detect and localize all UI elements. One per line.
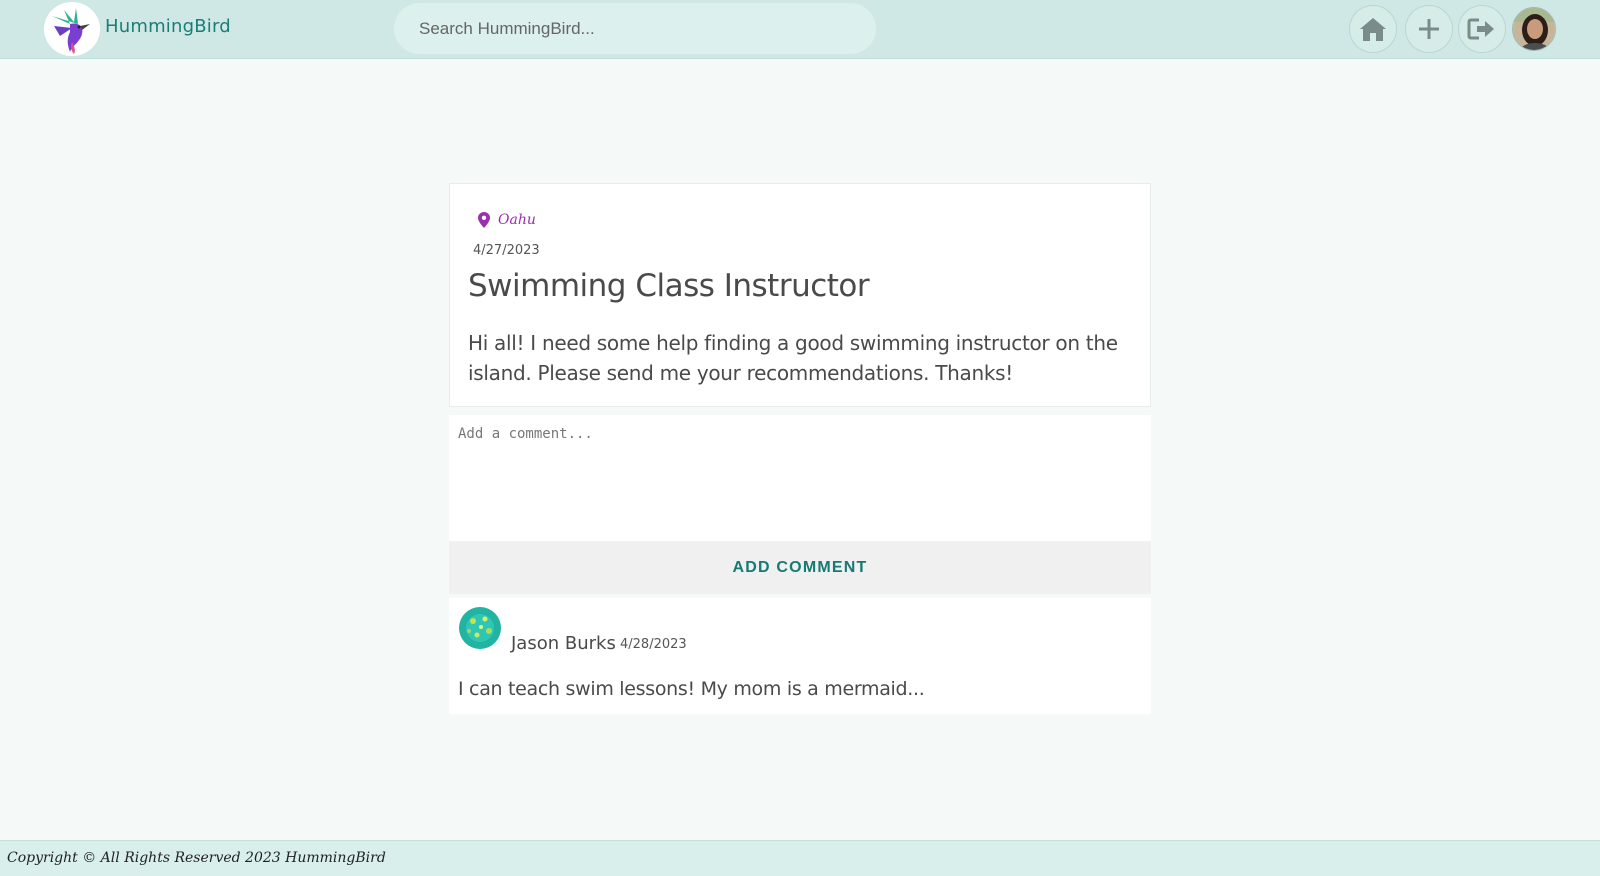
location-label: Oahu (498, 212, 536, 228)
post-title: Swimming Class Instructor (468, 268, 870, 304)
home-button[interactable] (1349, 5, 1397, 53)
comment-text: I can teach swim lessons! My mom is a me… (458, 678, 925, 700)
plus-icon (1419, 19, 1439, 39)
comment-author[interactable]: Jason Burks (511, 633, 616, 654)
commenter-avatar[interactable] (459, 607, 501, 649)
brand-name[interactable]: HummingBird (105, 16, 231, 37)
post-date: 4/27/2023 (473, 243, 540, 258)
user-avatar[interactable] (1512, 7, 1556, 51)
search-input[interactable] (394, 3, 876, 54)
post-location[interactable]: Oahu (478, 212, 536, 228)
post-card: Oahu 4/27/2023 Swimming Class Instructor… (449, 183, 1151, 407)
top-navbar: HummingBird (0, 0, 1600, 59)
comment-date: 4/28/2023 (620, 637, 687, 652)
logout-icon (1467, 18, 1494, 40)
home-icon (1360, 18, 1386, 41)
add-comment-button[interactable]: ADD COMMENT (449, 541, 1151, 594)
map-pin-icon (478, 212, 490, 228)
footer: Copyright © All Rights Reserved 2023 Hum… (0, 840, 1600, 876)
logout-button[interactable] (1458, 5, 1506, 53)
hummingbird-logo-icon[interactable] (44, 2, 100, 56)
new-post-button[interactable] (1405, 5, 1453, 53)
post-body: Hi all! I need some help finding a good … (468, 331, 1118, 385)
comment-input[interactable] (449, 415, 1151, 541)
footer-copyright: Copyright © All Rights Reserved 2023 Hum… (7, 850, 386, 866)
comment-item: Jason Burks 4/28/2023 I can teach swim l… (449, 598, 1151, 714)
